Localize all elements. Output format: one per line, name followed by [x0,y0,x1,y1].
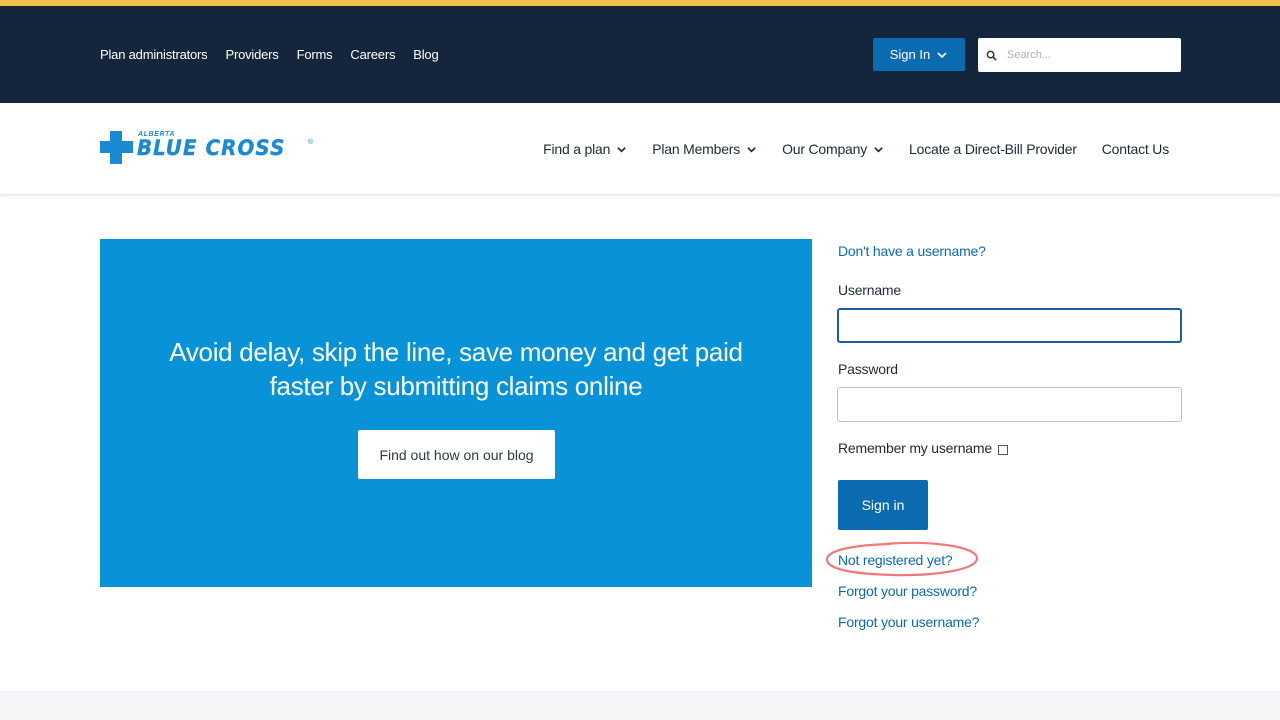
password-label: Password [838,361,898,377]
nav-item-our-company[interactable]: Our Company [782,141,884,157]
search-box [978,38,1181,72]
username-field[interactable] [837,308,1182,343]
nav-item-label: Find a plan [543,141,611,157]
nav-item-locate-direct-bill-provider[interactable]: Locate a Direct-Bill Provider [909,141,1077,157]
top-sign-in-button[interactable]: Sign In [873,38,965,71]
logo-registered-mark: ® [308,139,314,146]
nav-item-label: Locate a Direct-Bill Provider [909,141,1077,157]
hero-headline-line-1: Avoid delay, skip the line, save money a… [169,337,743,367]
remember-username-label: Remember my username [838,440,992,456]
chevron-down-icon [937,51,947,58]
search-icon [986,50,997,61]
utility-link-careers[interactable]: Careers [350,47,395,62]
chevron-down-icon [747,146,756,153]
utility-bar: Plan administrators Providers Forms Care… [0,6,1280,103]
chevron-down-icon [617,146,626,153]
search-input[interactable] [1005,48,1175,62]
nav-item-label: Plan Members [652,141,741,157]
utility-link-plan-administrators[interactable]: Plan administrators [100,47,208,62]
alberta-blue-cross-logo[interactable]: ALBERTA BLUE CROSS ® [100,131,320,167]
hero-headline-line-2: faster by submitting claims online [269,371,643,401]
password-field[interactable] [837,387,1182,422]
main-nav: Find a plan Plan Members Our Company Loc… [543,103,1169,195]
remember-username-checkbox[interactable] [997,444,1008,455]
nav-item-plan-members[interactable]: Plan Members [652,141,757,157]
nav-item-label: Our Company [782,141,868,157]
chevron-down-icon [874,146,883,153]
nav-item-find-a-plan[interactable]: Find a plan [543,141,627,157]
utility-link-providers[interactable]: Providers [225,47,278,62]
nav-item-label: Contact Us [1101,141,1169,157]
utility-link-blog[interactable]: Blog [413,47,438,62]
hero-banner: Avoid delay, skip the line, save money a… [100,239,812,587]
forgot-password-link[interactable]: Forgot your password? [838,583,977,599]
username-label: Username [838,282,901,298]
top-sign-in-label: Sign In [889,47,931,62]
nav-item-contact-us[interactable]: Contact Us [1102,141,1169,157]
footer-strip [0,691,1280,720]
not-registered-link[interactable]: Not registered yet? [838,552,953,568]
no-username-link[interactable]: Don't have a username? [838,243,986,259]
sign-in-button[interactable]: Sign in [838,480,928,530]
utility-link-forms[interactable]: Forms [297,47,333,62]
blue-cross-icon [100,131,133,164]
main-header: ALBERTA BLUE CROSS ® Find a plan Plan Me… [0,103,1280,195]
hero-headline: Avoid delay, skip the line, save money a… [160,335,752,403]
remember-username: Remember my username [838,440,1008,456]
utility-nav: Plan administrators Providers Forms Care… [100,6,439,103]
blog-cta-button[interactable]: Find out how on our blog [358,430,555,479]
logo-main-text: BLUE CROSS [137,136,286,160]
forgot-username-link[interactable]: Forgot your username? [838,614,980,630]
